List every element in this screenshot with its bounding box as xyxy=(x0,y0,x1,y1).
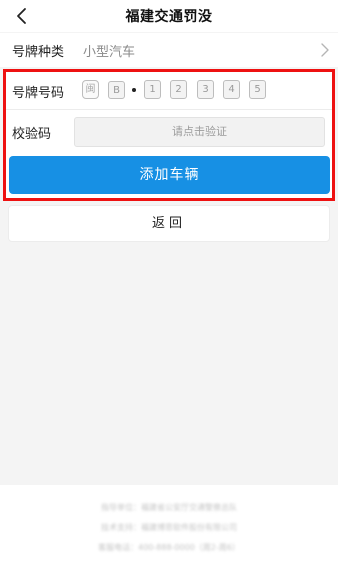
plate-type-value[interactable]: 小型汽车 xyxy=(83,41,135,60)
add-vehicle-button[interactable]: 添加车辆 xyxy=(9,156,330,194)
top-header: 福建交通罚没 xyxy=(0,0,338,32)
footer-phone-line: 客服电话：400-888-0000（周2-周6） xyxy=(98,543,240,552)
highlighted-form: 号牌号码 闽 B 1 2 3 4 5 校验码 请点击验证 添加车辆 xyxy=(3,69,335,201)
plate-digit-box[interactable]: 5 xyxy=(249,80,266,99)
plate-type-row[interactable]: 号牌种类 小型汽车 xyxy=(0,33,338,67)
footer: 指导单位：福建省公安厅交通警察总队 技术支持：福建博思软件股份有限公司 客服电话… xyxy=(0,485,338,586)
chevron-left-icon[interactable] xyxy=(14,7,30,25)
verify-code-row: 校验码 请点击验证 xyxy=(6,110,332,152)
plate-digit-box[interactable]: 4 xyxy=(223,80,240,99)
plate-digit-box[interactable]: 3 xyxy=(197,80,214,99)
back-button[interactable]: 返回 xyxy=(8,205,330,242)
plate-number-label: 号牌号码 xyxy=(12,86,65,101)
plate-type-label: 号牌种类 xyxy=(12,44,65,60)
plate-province-box[interactable]: 闽 xyxy=(82,80,99,99)
plate-number-row: 号牌号码 闽 B 1 2 3 4 5 xyxy=(6,72,332,110)
verify-button[interactable]: 请点击验证 xyxy=(74,117,325,147)
footer-support-line: 技术支持：福建博思软件股份有限公司 xyxy=(101,523,237,532)
plate-separator-dot xyxy=(132,88,136,92)
chevron-right-icon xyxy=(321,43,329,57)
verify-code-label: 校验码 xyxy=(12,127,52,142)
plate-letter-box[interactable]: B xyxy=(108,81,125,99)
plate-digit-box[interactable]: 1 xyxy=(144,80,161,99)
footer-guidance-line: 指导单位：福建省公安厅交通警察总队 xyxy=(101,503,237,512)
plate-digit-box[interactable]: 2 xyxy=(170,80,187,99)
page-title: 福建交通罚没 xyxy=(125,9,213,25)
